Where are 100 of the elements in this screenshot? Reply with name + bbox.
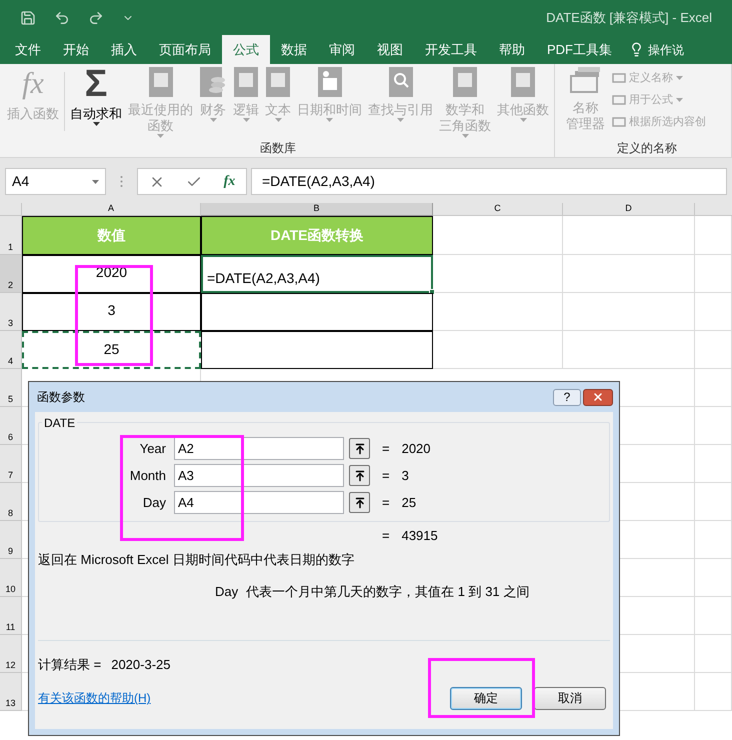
table-cell [695,673,732,711]
dialog-title: 函数参数 [37,389,85,406]
dropdown-caret-icon [92,180,99,184]
argument-label: Year [138,440,167,458]
redo-icon[interactable] [88,10,104,26]
ribbon-tab[interactable]: PDF工具集 [536,35,623,64]
table-cell: =DATE(A2,A3,A4) [201,255,433,293]
table-cell [695,331,732,369]
grip-icon [120,175,123,188]
ribbon-tab[interactable]: 文件 [4,35,52,64]
row-header[interactable]: 10 [0,559,22,597]
ribbon-tab[interactable]: 帮助 [488,35,536,64]
argument-label: Day [142,494,167,512]
ribbon-tab[interactable]: 开发工具 [414,35,488,64]
table-cell [695,521,732,559]
formula-result: 43915 [402,527,438,546]
table-cell [695,635,732,673]
argument-result: 25 [402,494,416,512]
dialog-button[interactable]: 确定 [450,686,522,710]
save-icon[interactable] [20,10,36,26]
ribbon-tab[interactable]: 公式 [222,35,270,64]
book-icon [452,66,478,98]
tell-me-field[interactable]: 操作说 [648,40,684,58]
upload-arrow-icon [354,496,366,508]
column-header[interactable]: C [433,203,563,216]
formula-field[interactable]: =DATE(A2,A3,A4) [251,168,727,195]
table-cell: 25 [22,331,201,369]
row-header[interactable]: 2 [0,255,22,293]
ribbon-button[interactable]: Σ 自动求和 [67,64,125,139]
lightbulb-icon [629,42,644,57]
row-header[interactable]: 7 [0,445,22,483]
ribbon-group-label: 定义的名称 [616,140,678,157]
collapse-button[interactable] [349,492,370,513]
dropdown-caret-icon [274,118,282,122]
row-header[interactable]: 5 [0,369,22,407]
function-icon: fx [22,66,44,102]
row-header[interactable]: 13 [0,673,22,711]
undo-icon[interactable] [54,10,70,26]
equals-sign: = [382,494,390,512]
table-cell [695,559,732,597]
book-icon [148,66,174,98]
dropdown-caret-icon [157,134,164,138]
column-header[interactable]: B [201,203,433,216]
ribbon-tab[interactable]: 页面布局 [148,35,222,64]
table-cell [695,483,732,521]
tag-icon [612,72,626,84]
argument-help-text: 代表一个月中第几天的数字，其值在 1 到 31 之间 [246,582,530,600]
row-header[interactable]: 12 [0,635,22,673]
result-value: 2020-3-25 [111,656,170,674]
insert-function-button[interactable]: fx [224,171,236,192]
row-header[interactable]: 11 [0,597,22,635]
function-description: 返回在 Microsoft Excel 日期时间代码中代表日期的数字 [38,551,356,569]
book-icon [233,66,259,98]
tag-icon [612,116,626,128]
argument-result: 2020 [402,440,431,458]
argument-field[interactable]: A4 [174,491,344,514]
dropdown-caret-icon [676,98,683,102]
window-title: DATE函数 [兼容模式] - Excel [546,8,712,27]
equals-sign: = [382,527,390,546]
book-icon [265,66,291,98]
table-cell [695,407,732,445]
row-header[interactable]: 8 [0,483,22,521]
dropdown-caret-icon [462,134,468,138]
dialog-button[interactable]: 取消 [534,686,606,710]
ribbon-tab[interactable]: 数据 [270,35,318,64]
equals-sign: = [382,440,390,458]
column-header[interactable]: D [563,203,695,216]
ribbon-tab[interactable]: 开始 [52,35,100,64]
book-icon [510,66,536,98]
header-cell: 数值 [22,216,201,255]
tag-icon [612,94,626,106]
help-link[interactable]: 有关该函数的帮助(H) [38,689,151,707]
ribbon-group-label: 函数库 [259,140,297,157]
name-cards-icon [568,66,602,96]
row-header[interactable]: 1 [0,216,22,255]
argument-field[interactable]: A3 [174,464,344,487]
table-cell [695,216,732,255]
close-button[interactable] [583,388,613,406]
dropdown-caret-icon [92,122,100,126]
table-cell [695,445,732,483]
ribbon-tab[interactable]: 视图 [366,35,414,64]
row-header[interactable]: 4 [0,331,22,369]
help-button[interactable]: ? [553,388,581,406]
row-header[interactable]: 9 [0,521,22,559]
table-cell [695,255,732,293]
ribbon-tab[interactable]: 插入 [100,35,148,64]
argument-field[interactable]: A2 [174,437,344,460]
column-header[interactable]: A [22,203,201,216]
row-header[interactable]: 3 [0,293,22,331]
dropdown-caret-icon [520,118,526,122]
table-cell [695,597,732,635]
equals-sign: = [382,466,390,485]
collapse-button[interactable] [349,438,370,459]
argument-result: 3 [402,466,409,485]
ribbon-tab[interactable]: 审阅 [318,35,366,64]
row-header[interactable]: 6 [0,407,22,445]
collapse-button[interactable] [349,465,370,486]
name-box[interactable]: A4 [5,168,106,195]
table-cell: 3 [22,293,201,331]
function-icon: Σ [84,66,108,102]
